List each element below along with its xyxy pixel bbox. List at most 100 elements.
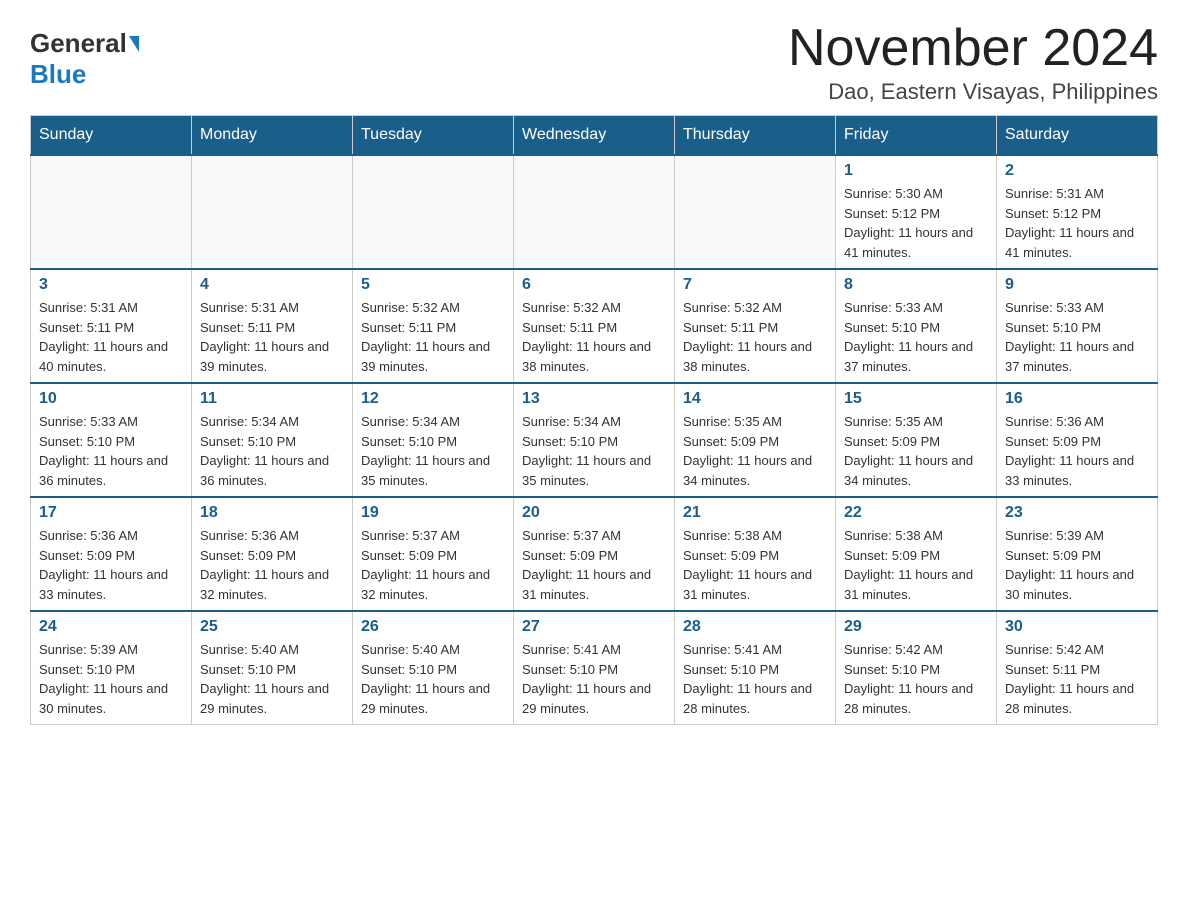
- day-info: Sunrise: 5:35 AMSunset: 5:09 PMDaylight:…: [844, 412, 988, 490]
- calendar-cell: 22 Sunrise: 5:38 AMSunset: 5:09 PMDayligh…: [836, 497, 997, 611]
- day-number: 26: [361, 618, 505, 636]
- day-number: 27: [522, 618, 666, 636]
- day-number: 29: [844, 618, 988, 636]
- calendar-cell: [514, 155, 675, 269]
- day-number: 9: [1005, 276, 1149, 294]
- calendar-cell: 14 Sunrise: 5:35 AMSunset: 5:09 PMDayligh…: [675, 383, 836, 497]
- day-number: 15: [844, 390, 988, 408]
- day-info: Sunrise: 5:40 AMSunset: 5:10 PMDaylight:…: [200, 640, 344, 718]
- day-info: Sunrise: 5:41 AMSunset: 5:10 PMDaylight:…: [522, 640, 666, 718]
- day-number: 23: [1005, 504, 1149, 522]
- calendar-header-sunday: Sunday: [31, 116, 192, 156]
- day-number: 22: [844, 504, 988, 522]
- calendar-cell: 19 Sunrise: 5:37 AMSunset: 5:09 PMDayligh…: [353, 497, 514, 611]
- day-info: Sunrise: 5:34 AMSunset: 5:10 PMDaylight:…: [361, 412, 505, 490]
- calendar-cell: 24 Sunrise: 5:39 AMSunset: 5:10 PMDayligh…: [31, 611, 192, 725]
- day-info: Sunrise: 5:32 AMSunset: 5:11 PMDaylight:…: [361, 298, 505, 376]
- title-section: November 2024 Dao, Eastern Visayas, Phil…: [788, 20, 1158, 105]
- calendar-cell: 6Sunrise: 5:32 AMSunset: 5:11 PMDaylight…: [514, 269, 675, 383]
- calendar-cell: 30 Sunrise: 5:42 AMSunset: 5:11 PMDayligh…: [997, 611, 1158, 725]
- day-info: Sunrise: 5:39 AMSunset: 5:10 PMDaylight:…: [39, 640, 183, 718]
- day-info: Sunrise: 5:31 AMSunset: 5:11 PMDaylight:…: [200, 298, 344, 376]
- day-info: Sunrise: 5:36 AMSunset: 5:09 PMDaylight:…: [1005, 412, 1149, 490]
- day-info: Sunrise: 5:42 AMSunset: 5:11 PMDaylight:…: [1005, 640, 1149, 718]
- day-number: 24: [39, 618, 183, 636]
- day-number: 18: [200, 504, 344, 522]
- calendar-header-friday: Friday: [836, 116, 997, 156]
- page-title: November 2024: [788, 20, 1158, 77]
- calendar-cell: 27 Sunrise: 5:41 AMSunset: 5:10 PMDayligh…: [514, 611, 675, 725]
- calendar-week-row: 17 Sunrise: 5:36 AMSunset: 5:09 PMDayligh…: [31, 497, 1158, 611]
- calendar-cell: 5 Sunrise: 5:32 AMSunset: 5:11 PMDaylight…: [353, 269, 514, 383]
- calendar-cell: 26 Sunrise: 5:40 AMSunset: 5:10 PMDayligh…: [353, 611, 514, 725]
- logo-triangle-icon: [129, 36, 139, 52]
- calendar-cell: 8 Sunrise: 5:33 AMSunset: 5:10 PMDaylight…: [836, 269, 997, 383]
- calendar-cell: 10 Sunrise: 5:33 AMSunset: 5:10 PMDayligh…: [31, 383, 192, 497]
- calendar-header-row: SundayMondayTuesdayWednesdayThursdayFrid…: [31, 116, 1158, 156]
- calendar-week-row: 1Sunrise: 5:30 AMSunset: 5:12 PMDaylight…: [31, 155, 1158, 269]
- day-info: Sunrise: 5:33 AMSunset: 5:10 PMDaylight:…: [39, 412, 183, 490]
- day-info: Sunrise: 5:32 AMSunset: 5:11 PMDaylight:…: [683, 298, 827, 376]
- calendar-header-tuesday: Tuesday: [353, 116, 514, 156]
- day-number: 13: [522, 390, 666, 408]
- calendar-cell: 9 Sunrise: 5:33 AMSunset: 5:10 PMDaylight…: [997, 269, 1158, 383]
- calendar-cell: 21Sunrise: 5:38 AMSunset: 5:09 PMDayligh…: [675, 497, 836, 611]
- day-info: Sunrise: 5:35 AMSunset: 5:09 PMDaylight:…: [683, 412, 827, 490]
- day-info: Sunrise: 5:38 AMSunset: 5:09 PMDaylight:…: [683, 526, 827, 604]
- day-info: Sunrise: 5:36 AMSunset: 5:09 PMDaylight:…: [200, 526, 344, 604]
- day-info: Sunrise: 5:42 AMSunset: 5:10 PMDaylight:…: [844, 640, 988, 718]
- day-number: 16: [1005, 390, 1149, 408]
- day-info: Sunrise: 5:33 AMSunset: 5:10 PMDaylight:…: [1005, 298, 1149, 376]
- day-info: Sunrise: 5:41 AMSunset: 5:10 PMDaylight:…: [683, 640, 827, 718]
- header: General Blue November 2024 Dao, Eastern …: [30, 20, 1158, 105]
- day-info: Sunrise: 5:37 AMSunset: 5:09 PMDaylight:…: [522, 526, 666, 604]
- logo-general: General: [30, 28, 127, 59]
- day-number: 12: [361, 390, 505, 408]
- calendar-cell: 29 Sunrise: 5:42 AMSunset: 5:10 PMDayligh…: [836, 611, 997, 725]
- day-number: 14: [683, 390, 827, 408]
- subtitle: Dao, Eastern Visayas, Philippines: [788, 79, 1158, 105]
- calendar-cell: 3Sunrise: 5:31 AMSunset: 5:11 PMDaylight…: [31, 269, 192, 383]
- calendar-cell: [31, 155, 192, 269]
- calendar-cell: 7 Sunrise: 5:32 AMSunset: 5:11 PMDaylight…: [675, 269, 836, 383]
- calendar-cell: 13 Sunrise: 5:34 AMSunset: 5:10 PMDayligh…: [514, 383, 675, 497]
- day-info: Sunrise: 5:33 AMSunset: 5:10 PMDaylight:…: [844, 298, 988, 376]
- day-number: 19: [361, 504, 505, 522]
- day-number: 8: [844, 276, 988, 294]
- calendar-cell: 23 Sunrise: 5:39 AMSunset: 5:09 PMDayligh…: [997, 497, 1158, 611]
- day-number: 2: [1005, 162, 1149, 180]
- calendar-cell: 12 Sunrise: 5:34 AMSunset: 5:10 PMDayligh…: [353, 383, 514, 497]
- day-info: Sunrise: 5:40 AMSunset: 5:10 PMDaylight:…: [361, 640, 505, 718]
- calendar: SundayMondayTuesdayWednesdayThursdayFrid…: [30, 115, 1158, 725]
- day-number: 4: [200, 276, 344, 294]
- day-info: Sunrise: 5:34 AMSunset: 5:10 PMDaylight:…: [522, 412, 666, 490]
- day-info: Sunrise: 5:30 AMSunset: 5:12 PMDaylight:…: [844, 184, 988, 262]
- day-number: 30: [1005, 618, 1149, 636]
- calendar-cell: [675, 155, 836, 269]
- day-info: Sunrise: 5:38 AMSunset: 5:09 PMDaylight:…: [844, 526, 988, 604]
- calendar-cell: 16 Sunrise: 5:36 AMSunset: 5:09 PMDayligh…: [997, 383, 1158, 497]
- day-number: 5: [361, 276, 505, 294]
- calendar-cell: 15 Sunrise: 5:35 AMSunset: 5:09 PMDayligh…: [836, 383, 997, 497]
- calendar-header-thursday: Thursday: [675, 116, 836, 156]
- day-number: 20: [522, 504, 666, 522]
- day-number: 7: [683, 276, 827, 294]
- calendar-cell: 2 Sunrise: 5:31 AMSunset: 5:12 PMDaylight…: [997, 155, 1158, 269]
- calendar-cell: 17Sunrise: 5:36 AMSunset: 5:09 PMDayligh…: [31, 497, 192, 611]
- logo: General Blue: [30, 28, 139, 90]
- day-info: Sunrise: 5:39 AMSunset: 5:09 PMDaylight:…: [1005, 526, 1149, 604]
- day-number: 10: [39, 390, 183, 408]
- day-info: Sunrise: 5:31 AMSunset: 5:12 PMDaylight:…: [1005, 184, 1149, 262]
- calendar-cell: 1Sunrise: 5:30 AMSunset: 5:12 PMDaylight…: [836, 155, 997, 269]
- day-number: 11: [200, 390, 344, 408]
- day-number: 28: [683, 618, 827, 636]
- calendar-cell: 25 Sunrise: 5:40 AMSunset: 5:10 PMDayligh…: [192, 611, 353, 725]
- day-info: Sunrise: 5:31 AMSunset: 5:11 PMDaylight:…: [39, 298, 183, 376]
- day-number: 25: [200, 618, 344, 636]
- calendar-cell: 11Sunrise: 5:34 AMSunset: 5:10 PMDayligh…: [192, 383, 353, 497]
- day-number: 17: [39, 504, 183, 522]
- calendar-cell: 20 Sunrise: 5:37 AMSunset: 5:09 PMDayligh…: [514, 497, 675, 611]
- calendar-cell: 18 Sunrise: 5:36 AMSunset: 5:09 PMDayligh…: [192, 497, 353, 611]
- day-info: Sunrise: 5:37 AMSunset: 5:09 PMDaylight:…: [361, 526, 505, 604]
- calendar-header-wednesday: Wednesday: [514, 116, 675, 156]
